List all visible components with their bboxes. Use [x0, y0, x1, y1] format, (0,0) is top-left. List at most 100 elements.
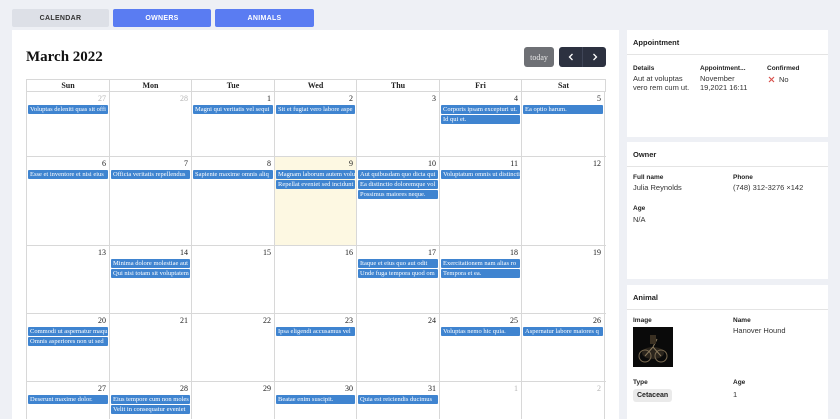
- day-number[interactable]: 1: [514, 384, 518, 393]
- calendar-day[interactable]: 26 Aspernatur labore maiores q: [522, 314, 605, 381]
- day-number[interactable]: 29: [263, 384, 271, 393]
- calendar-day[interactable]: 4 Corporis ipsam excepturi ut. Id qui et.: [440, 92, 522, 156]
- calendar-day[interactable]: 28 Eius tempore cum non moles Velit in con…: [110, 382, 192, 419]
- calendar-event[interactable]: Ipsa eligendi accusamus vel: [276, 327, 355, 336]
- calendar-event[interactable]: Officia veritatis repellendus: [111, 170, 190, 179]
- calendar-day[interactable]: 7 Officia veritatis repellendus: [110, 157, 192, 245]
- calendar-day[interactable]: 21: [110, 314, 192, 381]
- calendar-day[interactable]: 1 Magni qui veritatis vel sequi: [192, 92, 275, 156]
- day-number[interactable]: 30: [345, 384, 353, 393]
- calendar-day[interactable]: 25 Voluptas nemo hic quia.: [440, 314, 522, 381]
- prev-month-button[interactable]: [559, 47, 582, 67]
- calendar-day[interactable]: 6 Esse et inventore et nisi eius: [27, 157, 110, 245]
- calendar-event[interactable]: Possimus maiores neque.: [358, 190, 438, 199]
- day-number[interactable]: 28: [180, 94, 188, 103]
- day-number[interactable]: 31: [428, 384, 436, 393]
- calendar-day[interactable]: 20 Commodi ut aspernatur maqu Omnis asperi…: [27, 314, 110, 381]
- calendar-event[interactable]: Unde fuga tempora quod om: [358, 269, 438, 278]
- calendar-event[interactable]: Sit et fugiat vero labore aspe: [276, 105, 355, 114]
- calendar-day[interactable]: 5 Ea optio harum.: [522, 92, 605, 156]
- calendar-event[interactable]: Corporis ipsam excepturi ut.: [441, 105, 520, 114]
- day-number[interactable]: 16: [345, 248, 353, 257]
- calendar-day[interactable]: 15: [192, 246, 275, 313]
- calendar-day[interactable]: 31 Quia est reiciendis ducimus: [357, 382, 440, 419]
- tab-calendar[interactable]: CALENDAR: [12, 9, 109, 27]
- calendar-event[interactable]: Id qui et.: [441, 115, 520, 124]
- day-number[interactable]: 27: [98, 94, 106, 103]
- calendar-day[interactable]: 12: [522, 157, 605, 245]
- calendar-event[interactable]: Voluptas deleniti quas sit offi: [28, 105, 108, 114]
- day-number[interactable]: 15: [263, 248, 271, 257]
- calendar-day[interactable]: 3: [357, 92, 440, 156]
- calendar-event[interactable]: Beatae enim suscipit.: [276, 395, 355, 404]
- calendar-event[interactable]: Deserunt maxime dolor.: [28, 395, 108, 404]
- calendar-event[interactable]: Aspernatur labore maiores q: [523, 327, 603, 336]
- calendar-day[interactable]: 16: [275, 246, 357, 313]
- calendar-day[interactable]: 29: [192, 382, 275, 419]
- calendar-event[interactable]: Velit in consequatur eveniet: [111, 405, 190, 414]
- day-number[interactable]: 27: [98, 384, 106, 393]
- calendar-day[interactable]: 27 Voluptas deleniti quas sit offi: [27, 92, 110, 156]
- calendar-day[interactable]: 24: [357, 314, 440, 381]
- calendar-day[interactable]: 8 Sapiente maxime omnis aliq: [192, 157, 275, 245]
- calendar-event[interactable]: Ea optio harum.: [523, 105, 603, 114]
- day-number[interactable]: 10: [428, 159, 436, 168]
- today-button[interactable]: today: [524, 47, 554, 67]
- day-number[interactable]: 17: [428, 248, 436, 257]
- day-number[interactable]: 24: [428, 316, 436, 325]
- calendar-day[interactable]: 19: [522, 246, 605, 313]
- day-number[interactable]: 13: [98, 248, 106, 257]
- day-number[interactable]: 22: [263, 316, 271, 325]
- day-number[interactable]: 14: [180, 248, 188, 257]
- calendar-event[interactable]: Qui nisi totam sit voluptatem: [111, 269, 190, 278]
- calendar-event[interactable]: Exercitationem nam alias ro: [441, 259, 520, 268]
- day-number[interactable]: 28: [180, 384, 188, 393]
- day-number[interactable]: 8: [267, 159, 271, 168]
- calendar-event[interactable]: Eius tempore cum non moles: [111, 395, 190, 404]
- calendar-day[interactable]: 13: [27, 246, 110, 313]
- day-number[interactable]: 11: [510, 159, 518, 168]
- calendar-event[interactable]: Aut quibusdam quo dicta qui: [358, 170, 438, 179]
- calendar-event[interactable]: Esse et inventore et nisi eius: [28, 170, 108, 179]
- day-number[interactable]: 25: [510, 316, 518, 325]
- calendar-event[interactable]: Magni qui veritatis vel sequi: [193, 105, 273, 114]
- day-number[interactable]: 26: [593, 316, 601, 325]
- calendar-event[interactable]: Minima dolore molestiae aut: [111, 259, 190, 268]
- day-number[interactable]: 2: [349, 94, 353, 103]
- tab-owners[interactable]: OWNERS: [113, 9, 211, 27]
- day-number[interactable]: 7: [184, 159, 188, 168]
- day-number[interactable]: 6: [102, 159, 106, 168]
- calendar-day[interactable]: 28: [110, 92, 192, 156]
- day-number[interactable]: 1: [267, 94, 271, 103]
- calendar-day[interactable]: 14 Minima dolore molestiae aut Qui nisi to…: [110, 246, 192, 313]
- calendar-day-today[interactable]: 9 Magnam laborum autem volu Repellat eveni…: [275, 157, 357, 245]
- calendar-day[interactable]: 2 Sit et fugiat vero labore aspe: [275, 92, 357, 156]
- calendar-day[interactable]: 11 Voluptatum omnis ut distincti: [440, 157, 522, 245]
- day-number[interactable]: 18: [510, 248, 518, 257]
- calendar-day[interactable]: 2: [522, 382, 605, 419]
- calendar-event[interactable]: Commodi ut aspernatur maqu: [28, 327, 108, 336]
- calendar-event[interactable]: Omnis asperiores non ut sed: [28, 337, 108, 346]
- day-number[interactable]: 12: [593, 159, 601, 168]
- day-number[interactable]: 3: [432, 94, 436, 103]
- day-number[interactable]: 5: [597, 94, 601, 103]
- calendar-day[interactable]: 10 Aut quibusdam quo dicta qui Ea distinct…: [357, 157, 440, 245]
- calendar-day[interactable]: 17 Itaque et eius quo aut odit Unde fuga t…: [357, 246, 440, 313]
- calendar-event[interactable]: Voluptatum omnis ut distincti: [441, 170, 520, 179]
- day-number[interactable]: 4: [514, 94, 518, 103]
- day-number[interactable]: 9: [349, 159, 353, 168]
- calendar-day[interactable]: 30 Beatae enim suscipit.: [275, 382, 357, 419]
- calendar-day[interactable]: 18 Exercitationem nam alias ro Tempora et …: [440, 246, 522, 313]
- day-number[interactable]: 21: [180, 316, 188, 325]
- calendar-event[interactable]: Repellat eveniet sed incidunt: [276, 180, 355, 189]
- calendar-day[interactable]: 27 Deserunt maxime dolor.: [27, 382, 110, 419]
- calendar-event[interactable]: Magnam laborum autem volu: [276, 170, 355, 179]
- calendar-event[interactable]: Sapiente maxime omnis aliq: [193, 170, 273, 179]
- next-month-button[interactable]: [582, 47, 606, 67]
- calendar-day[interactable]: 23 Ipsa eligendi accusamus vel: [275, 314, 357, 381]
- day-number[interactable]: 23: [345, 316, 353, 325]
- calendar-day[interactable]: 22: [192, 314, 275, 381]
- calendar-event[interactable]: Voluptas nemo hic quia.: [441, 327, 520, 336]
- day-number[interactable]: 2: [597, 384, 601, 393]
- day-number[interactable]: 20: [98, 316, 106, 325]
